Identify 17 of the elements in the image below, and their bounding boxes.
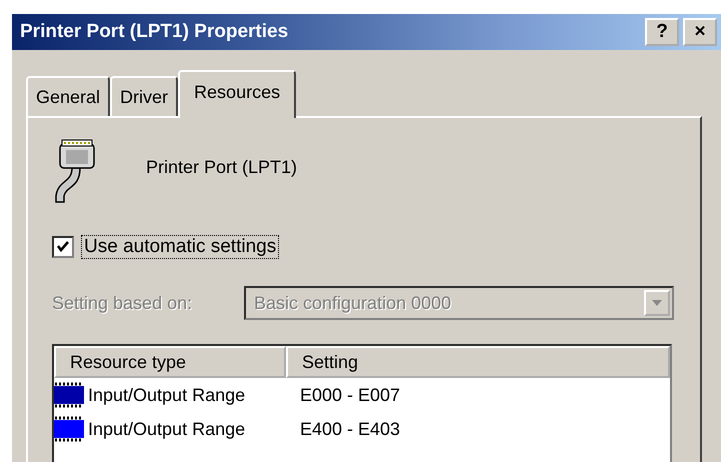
device-name: Printer Port (LPT1) xyxy=(146,156,298,178)
close-button[interactable]: × xyxy=(683,18,717,46)
table-cell: Input/Output Range xyxy=(88,384,246,406)
table-cell-text: E000 - E007 xyxy=(299,384,400,406)
checkbox[interactable] xyxy=(52,236,74,258)
help-button[interactable]: ? xyxy=(645,18,679,46)
checkbox-label[interactable]: Use automatic settings xyxy=(82,236,278,258)
tab[interactable]: Resources xyxy=(178,70,296,118)
setting-label: Setting based on: xyxy=(52,292,194,314)
window-title: Printer Port (LPT1) Properties xyxy=(20,21,288,43)
table-cell-text: E400 - E403 xyxy=(299,418,400,440)
checkmark-icon xyxy=(56,240,70,254)
column-header[interactable]: Setting xyxy=(286,346,670,378)
column-header[interactable]: Resource type xyxy=(54,346,286,378)
tab[interactable]: General xyxy=(26,76,110,116)
table-cell: Input/Output Range xyxy=(88,418,246,440)
tab[interactable]: Driver xyxy=(110,76,178,116)
